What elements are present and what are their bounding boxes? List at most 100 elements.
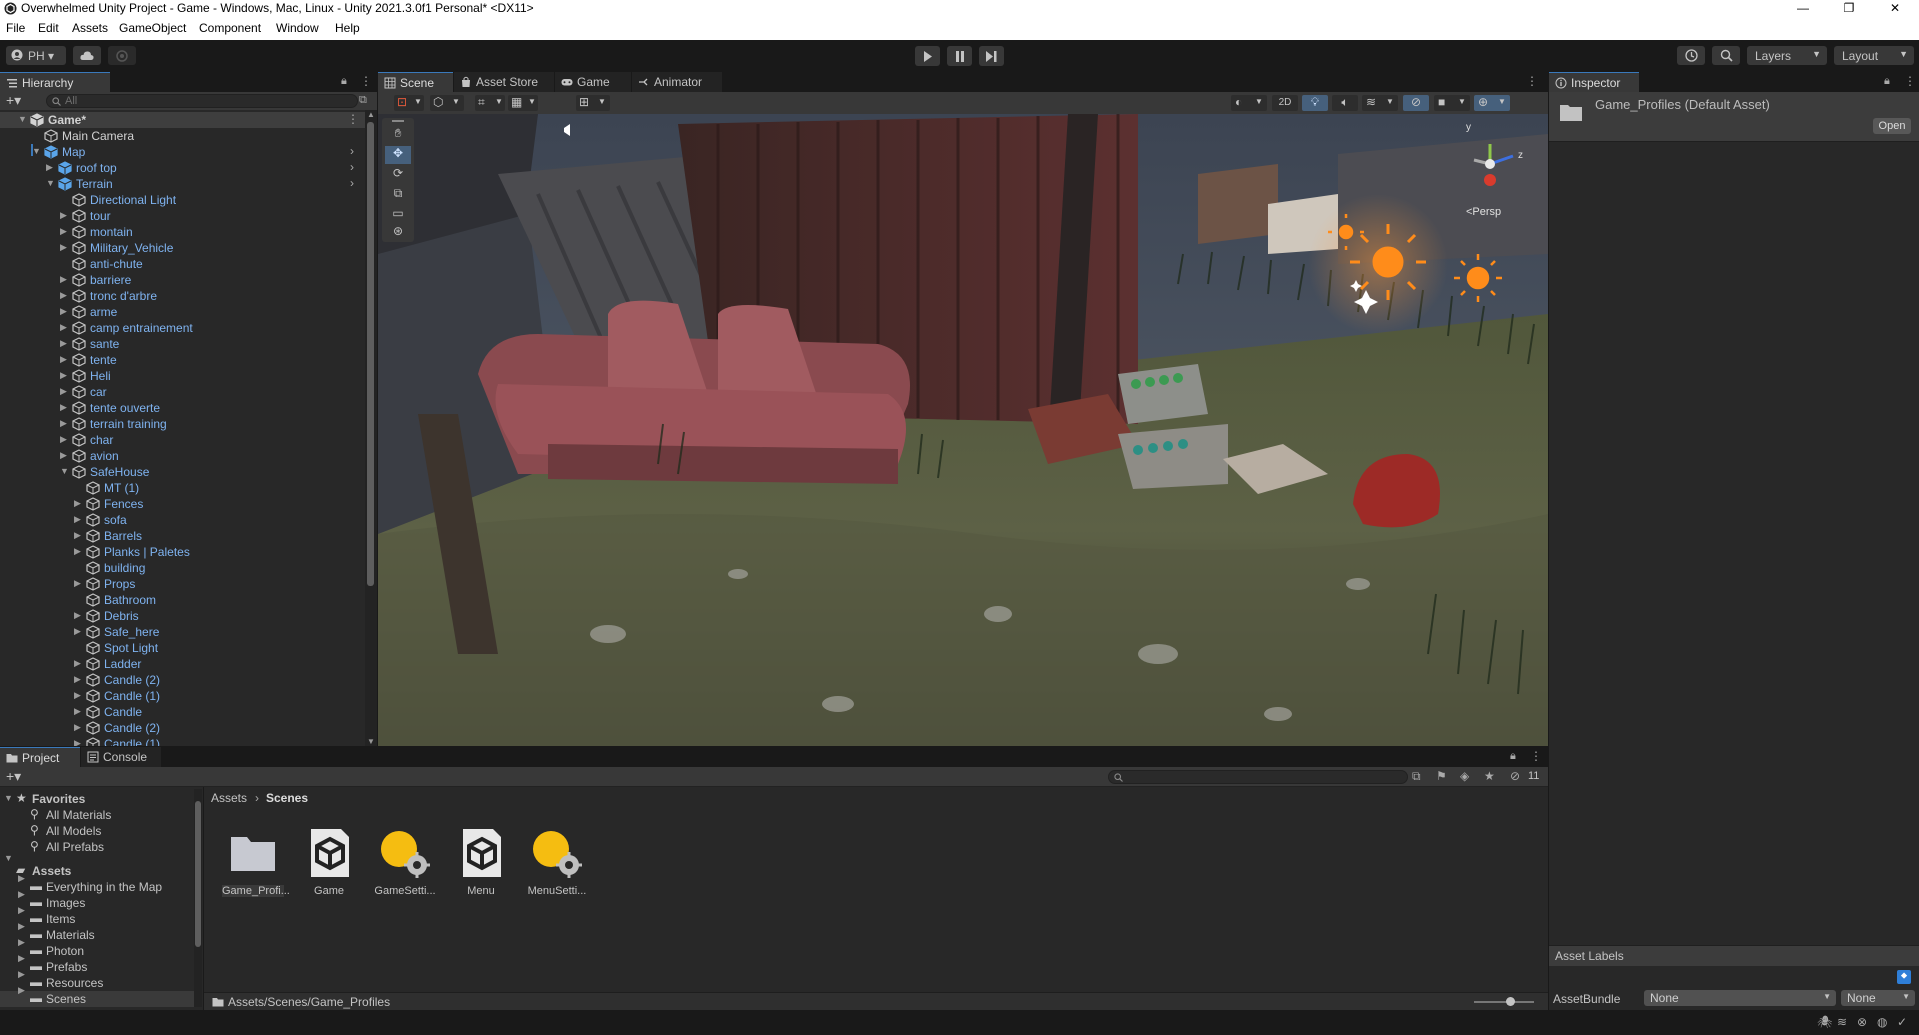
- hierarchy-row[interactable]: ▶ avion: [0, 448, 365, 464]
- assets-folder-item[interactable]: ▬ Photon: [0, 943, 195, 959]
- hidden-packages-icon[interactable]: ⊘: [1510, 769, 1520, 783]
- hierarchy-row[interactable]: ▶ montain: [0, 224, 365, 240]
- increment-snap-dropdown[interactable]: ⊞ ▼: [576, 95, 610, 111]
- tab-scene[interactable]: Scene: [378, 72, 453, 92]
- expand-right-icon[interactable]: ▶: [60, 370, 70, 382]
- expand-right-icon[interactable]: ▶: [18, 905, 25, 916]
- assets-folder-item[interactable]: ▬ Prefabs: [0, 959, 195, 975]
- icon-size-slider-track[interactable]: [1474, 1001, 1534, 1003]
- search-by-type-icon[interactable]: ⧉: [1412, 769, 1421, 784]
- perspective-label[interactable]: <Persp: [1466, 206, 1501, 218]
- asset-item[interactable]: Game_Profi...: [222, 825, 290, 897]
- expand-right-icon[interactable]: ▶: [60, 226, 70, 238]
- hierarchy-row[interactable]: ▶ tente ouverte: [0, 400, 365, 416]
- more-menu-icon[interactable]: ⋮: [1526, 74, 1538, 88]
- menu-assets[interactable]: Assets: [72, 21, 108, 35]
- expand-right-icon[interactable]: ▶: [74, 626, 84, 638]
- hierarchy-row[interactable]: ▶ Candle (1): [0, 736, 365, 746]
- asset-item[interactable]: GameSetti...: [374, 825, 436, 897]
- drag-handle[interactable]: [392, 120, 404, 122]
- hierarchy-row[interactable]: ▶ car: [0, 384, 365, 400]
- hierarchy-row[interactable]: Spot Light: [0, 640, 365, 656]
- assets-header[interactable]: ▰ Assets: [0, 863, 195, 879]
- hierarchy-row[interactable]: ▶ barriere: [0, 272, 365, 288]
- expand-right-icon[interactable]: ▶: [60, 338, 70, 350]
- hierarchy-row[interactable]: ▶ Military_Vehicle: [0, 240, 365, 256]
- layout-dropdown[interactable]: Layout ▼: [1834, 46, 1914, 65]
- tab-game[interactable]: Game: [555, 72, 631, 92]
- expand-right-icon[interactable]: ▶: [60, 354, 70, 366]
- favorites-header[interactable]: ★ Favorites: [0, 791, 195, 807]
- hierarchy-row[interactable]: ▶ camp entrainement: [0, 320, 365, 336]
- check-icon[interactable]: ✓: [1897, 1015, 1907, 1029]
- rect-tool-button[interactable]: ▭: [385, 206, 411, 224]
- expand-right-icon[interactable]: ▶: [74, 722, 84, 734]
- open-prefab-chevron-icon[interactable]: ›: [350, 160, 354, 174]
- breadcrumb-assets[interactable]: Assets: [211, 791, 247, 805]
- more-menu-icon[interactable]: ⋮: [1904, 74, 1916, 88]
- project-search-input[interactable]: [1108, 770, 1408, 784]
- expand-down-icon[interactable]: ▼: [32, 146, 42, 158]
- gizmos-dropdown[interactable]: ⊕ ▼: [1474, 95, 1510, 111]
- expand-down-icon[interactable]: ▼: [4, 793, 13, 803]
- hierarchy-row[interactable]: anti-chute: [0, 256, 365, 272]
- expand-right-icon[interactable]: ▶: [18, 921, 25, 932]
- assets-folder-item[interactable]: ▬ Images: [0, 895, 195, 911]
- menu-component[interactable]: Component: [199, 21, 261, 35]
- hierarchy-row[interactable]: Directional Light: [0, 192, 365, 208]
- expand-right-icon[interactable]: ▶: [60, 274, 70, 286]
- grid-dropdown[interactable]: ▦ ▼: [508, 95, 538, 111]
- hierarchy-row[interactable]: ▶ Props: [0, 576, 365, 592]
- hierarchy-row[interactable]: ▶ Candle (2): [0, 720, 365, 736]
- expand-right-icon[interactable]: ▶: [74, 546, 84, 558]
- expand-right-icon[interactable]: ▶: [74, 610, 84, 622]
- expand-right-icon[interactable]: ▶: [18, 937, 25, 948]
- icon-size-slider-thumb[interactable]: [1506, 997, 1515, 1006]
- hierarchy-row[interactable]: Main Camera: [0, 128, 365, 144]
- cloud-button[interactable]: [73, 46, 101, 65]
- play-button[interactable]: [915, 46, 940, 66]
- menu-gameobject[interactable]: GameObject: [119, 21, 186, 35]
- hierarchy-row[interactable]: ▶ char: [0, 432, 365, 448]
- expand-right-icon[interactable]: ▶: [74, 498, 84, 510]
- hierarchy-row[interactable]: ▶ tronc d'arbre: [0, 288, 365, 304]
- expand-right-icon[interactable]: ▶: [74, 706, 84, 718]
- lock-icon[interactable]: 🔒︎: [1884, 75, 1890, 88]
- expand-down-icon[interactable]: ▼: [46, 178, 56, 190]
- search-button[interactable]: [1712, 46, 1740, 65]
- tab-inspector[interactable]: Inspector: [1549, 72, 1639, 92]
- hierarchy-row[interactable]: ▶ sofa: [0, 512, 365, 528]
- hierarchy-row[interactable]: ▶ arme: [0, 304, 365, 320]
- expand-right-icon[interactable]: ▶: [60, 322, 70, 334]
- menu-edit[interactable]: Edit: [38, 21, 59, 35]
- hierarchy-row[interactable]: ▶ Debris: [0, 608, 365, 624]
- step-button[interactable]: [979, 46, 1004, 66]
- expand-right-icon[interactable]: ▶: [74, 530, 84, 542]
- hierarchy-row[interactable]: ▶ tour: [0, 208, 365, 224]
- assets-folder-item[interactable]: ▬ Scenes: [0, 991, 195, 1007]
- favorite-star-icon[interactable]: ★: [1484, 769, 1495, 783]
- audio-toggle[interactable]: 🔈︎: [1332, 95, 1358, 111]
- asset-item[interactable]: MenuSetti...: [526, 825, 588, 897]
- assets-folder-item[interactable]: ▬ Items: [0, 911, 195, 927]
- tab-hierarchy[interactable]: Hierarchy: [0, 72, 110, 92]
- assets-folder-item[interactable]: ▬ Resources: [0, 975, 195, 991]
- hierarchy-scrollbar[interactable]: ▲ ▼: [365, 110, 377, 746]
- expand-right-icon[interactable]: ▶: [60, 210, 70, 222]
- collab-button[interactable]: [108, 46, 136, 65]
- hierarchy-search-input[interactable]: All: [46, 94, 358, 108]
- expand-right-icon[interactable]: ▶: [60, 290, 70, 302]
- hierarchy-row[interactable]: ▶ tente: [0, 352, 365, 368]
- more-menu-icon[interactable]: ⋮: [1530, 749, 1542, 763]
- assets-folder-item[interactable]: ▬ Materials: [0, 927, 195, 943]
- hierarchy-row[interactable]: ▶ Fences: [0, 496, 365, 512]
- lighting-status-icon[interactable]: ◍: [1877, 1015, 1887, 1029]
- history-button[interactable]: [1677, 46, 1705, 65]
- account-dropdown[interactable]: PH ▾: [6, 46, 66, 65]
- hierarchy-row[interactable]: ▶ terrain training: [0, 416, 365, 432]
- close-button[interactable]: ✕: [1872, 0, 1918, 17]
- hierarchy-row[interactable]: ▼ Map ›: [0, 144, 365, 160]
- hidden-objects-toggle[interactable]: ⊘: [1403, 95, 1429, 111]
- lock-icon[interactable]: 🔒︎: [1510, 750, 1516, 763]
- minimize-button[interactable]: —: [1780, 0, 1826, 17]
